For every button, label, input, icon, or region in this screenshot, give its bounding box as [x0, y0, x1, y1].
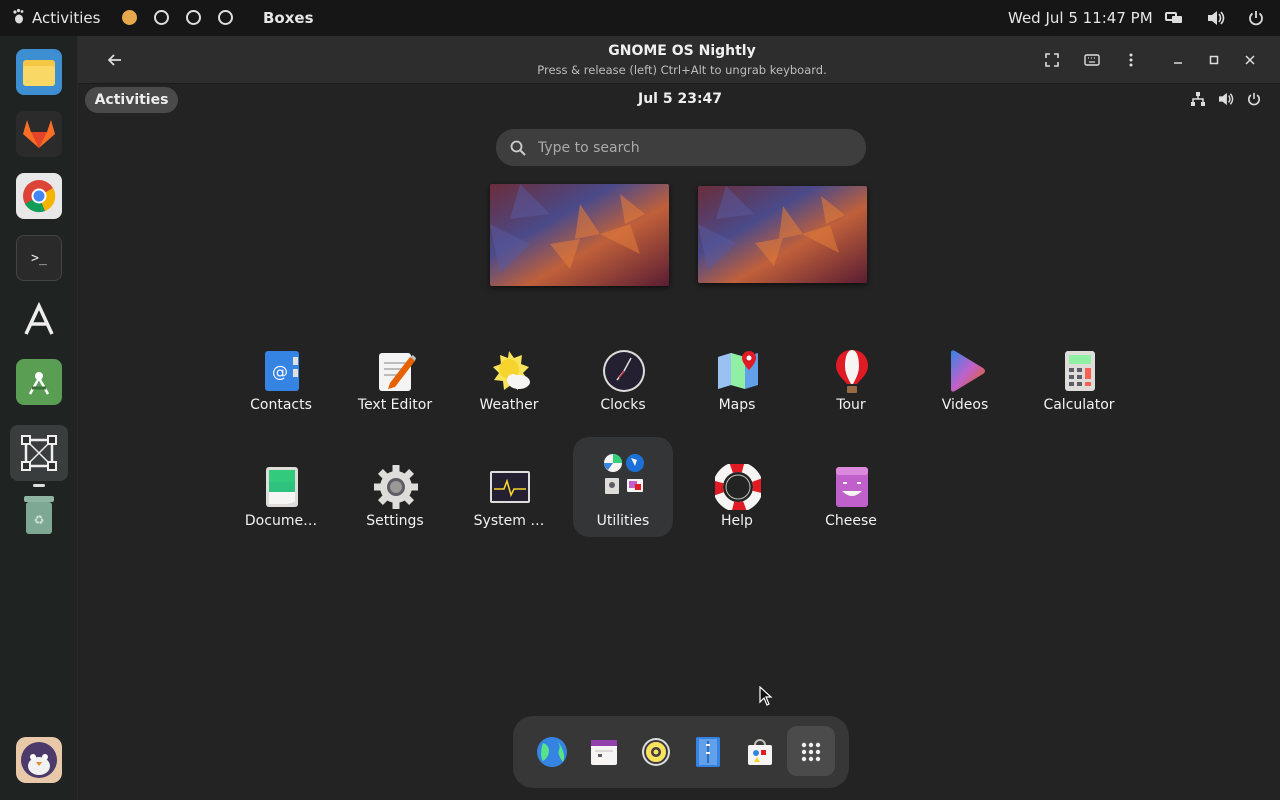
text-a-app-icon[interactable]: [16, 297, 62, 343]
guest-power-icon[interactable]: [1245, 90, 1263, 108]
workspace-indicator-1[interactable]: [122, 10, 137, 25]
search-icon: [510, 140, 526, 156]
calendar-icon[interactable]: [586, 734, 622, 770]
mouse-cursor-icon: [759, 685, 773, 710]
app-label: Maps: [718, 397, 756, 413]
volume-icon[interactable]: [1206, 8, 1226, 28]
utilities-folder-icon: [601, 451, 647, 497]
boxes-app-icon[interactable]: [16, 430, 62, 476]
web-browser-icon[interactable]: [534, 734, 570, 770]
menu-kebab-icon[interactable]: [1119, 49, 1143, 71]
svg-text:♻: ♻: [34, 513, 45, 527]
workspace-indicator-3[interactable]: [186, 10, 201, 25]
app-label: System …: [473, 513, 545, 529]
workspace-indicator-4[interactable]: [218, 10, 233, 25]
tour-icon: [829, 348, 875, 394]
calculator-icon: [1057, 348, 1103, 394]
guest-volume-icon[interactable]: [1217, 90, 1235, 108]
text-editor-icon: [373, 348, 419, 394]
keyboard-icon[interactable]: [1080, 49, 1104, 71]
search-input[interactable]: [536, 138, 836, 157]
app-label: Help: [721, 513, 753, 529]
system-monitor-icon: [487, 464, 533, 510]
app-label: Clocks: [600, 397, 646, 413]
network-icon[interactable]: [1164, 8, 1184, 28]
guest-dash: [513, 716, 849, 788]
app-help[interactable]: Help: [687, 450, 787, 550]
rhythmbox-icon[interactable]: [638, 734, 674, 770]
wired-network-icon[interactable]: [1189, 90, 1207, 108]
mascot-app-icon[interactable]: [16, 737, 62, 783]
app-utilities-folder[interactable]: Utilities: [573, 437, 673, 537]
app-weather[interactable]: Weather: [459, 334, 559, 434]
app-label: Weather: [479, 397, 539, 413]
maps-icon: [715, 348, 761, 394]
app-clocks[interactable]: Clocks: [573, 334, 673, 434]
app-label: Calculator: [1043, 397, 1115, 413]
focused-app-title[interactable]: Boxes: [263, 9, 314, 27]
host-activities-label: Activities: [32, 9, 101, 27]
guest-clock[interactable]: Jul 5 23:47: [638, 91, 722, 107]
workspace-indicator-2[interactable]: [154, 10, 169, 25]
minimize-icon[interactable]: [1166, 49, 1190, 71]
host-top-bar: Activities Boxes Wed Jul 5 11:47 PM: [0, 0, 1280, 36]
search-box[interactable]: [496, 129, 866, 166]
app-label: Utilities: [596, 513, 650, 529]
workspace-thumbnail-2[interactable]: [698, 186, 867, 283]
running-indicator: [33, 484, 45, 487]
window-header-bar: GNOME OS Nightly Press & release (left) …: [78, 36, 1280, 84]
gitlab-app-icon[interactable]: [16, 111, 62, 157]
guest-activities-button[interactable]: Activities: [85, 87, 178, 113]
app-label: Settings: [366, 513, 424, 529]
app-system-monitor[interactable]: System …: [459, 450, 559, 550]
app-maps[interactable]: Maps: [687, 334, 787, 434]
document-scanner-icon: [259, 464, 305, 510]
clocks-icon: [601, 348, 647, 394]
terminal-app-icon[interactable]: >_: [16, 235, 62, 281]
gnome-foot-icon: [12, 8, 26, 28]
software-icon[interactable]: [742, 734, 778, 770]
app-videos[interactable]: Videos: [915, 334, 1015, 434]
app-contacts[interactable]: @ Contacts: [231, 334, 331, 434]
files-icon[interactable]: [690, 734, 726, 770]
boxes-window: GNOME OS Nightly Press & release (left) …: [78, 36, 1280, 800]
contacts-icon: @: [259, 348, 305, 394]
settings-icon: [373, 464, 419, 510]
host-dock: >_ ♻: [0, 36, 78, 800]
app-calculator[interactable]: Calculator: [1029, 334, 1129, 434]
trash-app-icon[interactable]: ♻: [21, 492, 57, 538]
svg-text:@: @: [272, 362, 288, 381]
app-label: Text Editor: [357, 397, 433, 413]
maximize-icon[interactable]: [1202, 49, 1226, 71]
app-document-scanner[interactable]: Docume…: [231, 450, 331, 550]
app-label: Docume…: [244, 513, 318, 529]
videos-icon: [943, 348, 989, 394]
weather-icon: [487, 348, 533, 394]
guest-display[interactable]: Activities Jul 5 23:47 Type to search @ …: [78, 84, 1280, 800]
app-cheese[interactable]: Cheese: [801, 450, 901, 550]
app-settings[interactable]: Settings: [345, 450, 445, 550]
app-label: Videos: [941, 397, 989, 413]
show-apps-icon[interactable]: [793, 734, 829, 770]
host-activities-button[interactable]: Activities: [0, 0, 112, 36]
app-label: Cheese: [825, 513, 877, 529]
app-tour[interactable]: Tour: [801, 334, 901, 434]
host-clock[interactable]: Wed Jul 5 11:47 PM: [1008, 9, 1153, 27]
close-icon[interactable]: [1238, 49, 1262, 71]
app-label: Contacts: [250, 397, 312, 413]
cheese-icon: [829, 464, 875, 510]
android-studio-app-icon[interactable]: [16, 359, 62, 405]
chrome-app-icon[interactable]: [16, 173, 62, 219]
files-app-icon[interactable]: [16, 49, 62, 95]
app-text-editor[interactable]: Text Editor: [345, 334, 445, 434]
app-label: Tour: [836, 397, 866, 413]
fullscreen-icon[interactable]: [1040, 49, 1064, 71]
help-icon: [715, 464, 761, 510]
workspace-thumbnail-1[interactable]: [490, 184, 669, 286]
power-icon[interactable]: [1246, 8, 1266, 28]
